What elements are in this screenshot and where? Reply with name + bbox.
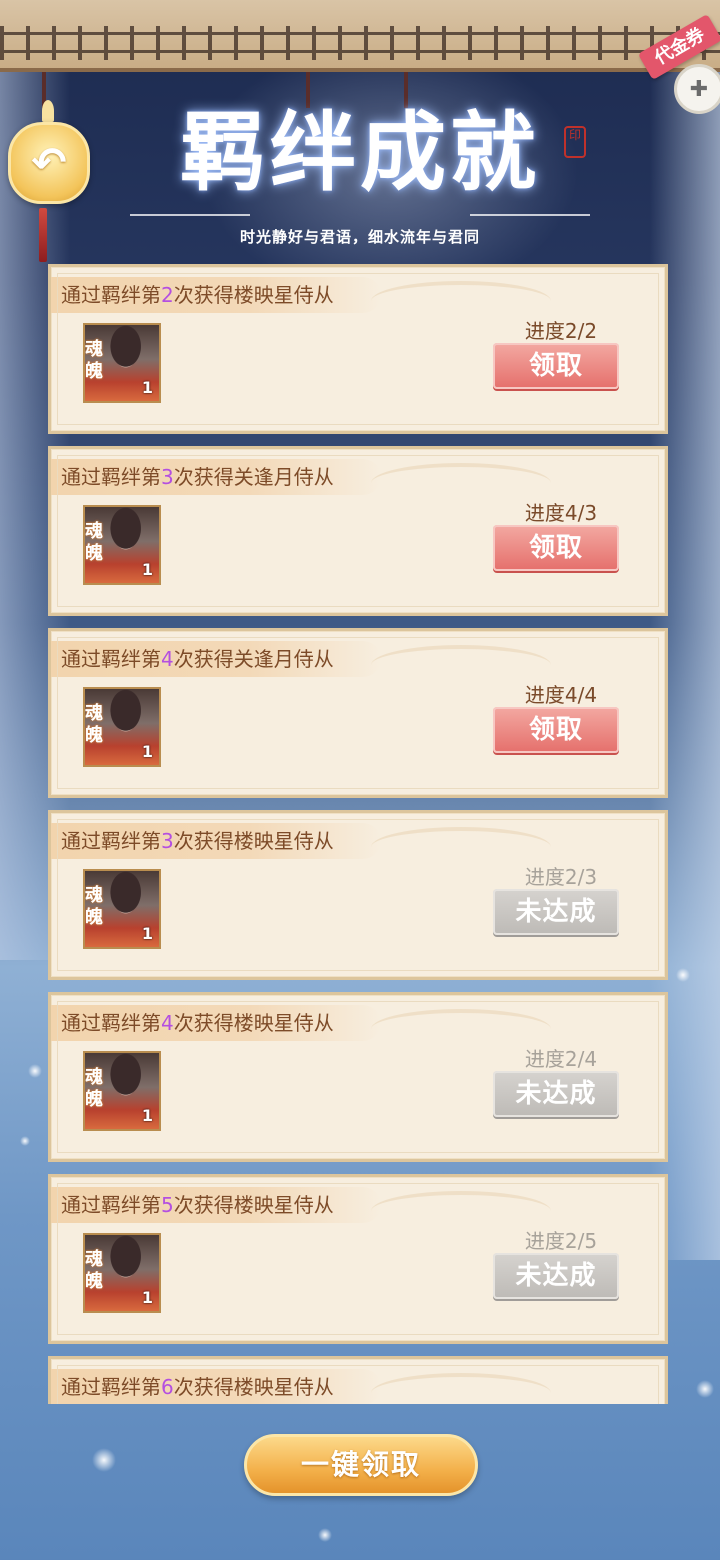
title-divider-left bbox=[130, 214, 250, 216]
soul-tag: 魂魄 bbox=[85, 1249, 103, 1292]
sparkle-decoration bbox=[92, 1448, 116, 1472]
not-achieved-button: 未达成 bbox=[493, 889, 619, 935]
achievement-title: 通过羁绊第3次获得关逢月侍从 bbox=[61, 459, 334, 495]
sparkle-decoration bbox=[676, 968, 690, 982]
title-prefix: 通过羁绊第 bbox=[61, 647, 161, 671]
title-suffix: 次获得楼映星侍从 bbox=[173, 829, 334, 853]
page-subtitle: 时光静好与君语，细水流年与君同 bbox=[239, 228, 480, 246]
sparkle-decoration bbox=[20, 1136, 30, 1146]
title-suffix: 次获得关逢月侍从 bbox=[173, 647, 334, 671]
reward-item-icon[interactable]: 魂魄 1 bbox=[83, 323, 161, 403]
progress-text: 进度2/4 bbox=[524, 1047, 598, 1071]
sparkle-decoration bbox=[318, 1528, 332, 1542]
page-title: 羁绊成就 bbox=[180, 102, 540, 203]
lattice-pattern bbox=[0, 26, 720, 60]
item-count: 1 bbox=[141, 1106, 153, 1125]
title-prefix: 通过羁绊第 bbox=[61, 465, 161, 489]
achievement-card: 通过羁绊第5次获得楼映星侍从魂魄 1 进度2/5 未达成 bbox=[48, 1174, 668, 1344]
achievement-card: 通过羁绊第6次获得楼映星侍从 bbox=[48, 1356, 668, 1404]
achievement-title: 通过羁绊第4次获得关逢月侍从 bbox=[61, 641, 334, 677]
achievement-title: 通过羁绊第6次获得楼映星侍从 bbox=[61, 1369, 334, 1404]
progress-text: 进度4/3 bbox=[524, 501, 598, 525]
lantern-tassel bbox=[39, 208, 47, 262]
achievement-card: 通过羁绊第4次获得关逢月侍从魂魄 1 进度4/4 领取 bbox=[48, 628, 668, 798]
item-count: 1 bbox=[141, 1288, 153, 1307]
gamepad-icon[interactable]: ✚ bbox=[674, 64, 720, 114]
not-achieved-button: 未达成 bbox=[493, 1253, 619, 1299]
title-suffix: 次获得楼映星侍从 bbox=[173, 1011, 334, 1035]
lantern-cap bbox=[42, 100, 54, 122]
progress-text: 进度2/2 bbox=[524, 319, 598, 343]
seal-stamp-icon: 印 bbox=[564, 126, 586, 158]
achievement-card: 通过羁绊第3次获得关逢月侍从魂魄 1 进度4/3 领取 bbox=[48, 446, 668, 616]
reward-item-icon[interactable]: 魂魄 1 bbox=[83, 869, 161, 949]
progress-text: 进度2/3 bbox=[524, 865, 598, 889]
claim-button[interactable]: 领取 bbox=[493, 525, 619, 571]
achievement-title: 通过羁绊第4次获得楼映星侍从 bbox=[61, 1005, 334, 1041]
sparkle-decoration bbox=[28, 1064, 42, 1078]
title-prefix: 通过羁绊第 bbox=[61, 1011, 161, 1035]
achievement-list[interactable]: 通过羁绊第2次获得楼映星侍从 魂魄 1 进度2/2 领取 通过羁绊第3次获得关逢月侍从 魂魄… bbox=[48, 264, 668, 1404]
title-suffix: 次获得楼映星侍从 bbox=[173, 283, 334, 307]
title-count: 4 bbox=[161, 647, 174, 671]
reward-item-icon[interactable]: 魂魄 1 bbox=[83, 687, 161, 767]
title-prefix: 通过羁绊第 bbox=[61, 283, 161, 307]
title-count: 6 bbox=[161, 1375, 174, 1399]
progress-text: 进度4/4 bbox=[524, 683, 598, 707]
title-prefix: 通过羁绊第 bbox=[61, 1193, 161, 1217]
reward-item-icon[interactable]: 魂魄 1 bbox=[83, 1051, 161, 1131]
claim-button[interactable]: 领取 bbox=[493, 707, 619, 753]
achievement-title: 通过羁绊第2次获得楼映星侍从 bbox=[61, 277, 334, 313]
title-divider-right bbox=[470, 214, 590, 216]
title-count: 2 bbox=[161, 283, 174, 307]
progress-text: 进度2/5 bbox=[524, 1229, 598, 1253]
achievement-card: 通过羁绊第3次获得楼映星侍从魂魄 1 进度2/3 未达成 bbox=[48, 810, 668, 980]
soul-tag: 魂魄 bbox=[85, 339, 103, 382]
back-button[interactable]: ↶ bbox=[8, 122, 90, 204]
sparkle-decoration bbox=[696, 1380, 714, 1398]
reward-item-icon[interactable]: 魂魄 1 bbox=[83, 505, 161, 585]
soul-tag: 魂魄 bbox=[85, 703, 103, 746]
item-count: 1 bbox=[141, 378, 153, 397]
soul-tag: 魂魄 bbox=[85, 1067, 103, 1110]
window-lattice-header bbox=[0, 0, 720, 72]
not-achieved-button: 未达成 bbox=[493, 1071, 619, 1117]
title-count: 3 bbox=[161, 465, 174, 489]
title-count: 3 bbox=[161, 829, 174, 853]
achievement-title: 通过羁绊第3次获得楼映星侍从 bbox=[61, 823, 334, 859]
item-count: 1 bbox=[141, 560, 153, 579]
soul-tag: 魂魄 bbox=[85, 885, 103, 928]
title-count: 4 bbox=[161, 1011, 174, 1035]
reward-item-icon[interactable]: 魂魄 1 bbox=[83, 1233, 161, 1313]
achievement-card: 通过羁绊第4次获得楼映星侍从魂魄 1 进度2/4 未达成 bbox=[48, 992, 668, 1162]
title-prefix: 通过羁绊第 bbox=[61, 1375, 161, 1399]
title-suffix: 次获得楼映星侍从 bbox=[173, 1375, 334, 1399]
title-count: 5 bbox=[161, 1193, 174, 1217]
item-count: 1 bbox=[141, 924, 153, 943]
back-arrow-icon: ↶ bbox=[31, 138, 67, 187]
title-suffix: 次获得关逢月侍从 bbox=[173, 465, 334, 489]
cloud-swirl-decoration bbox=[371, 1373, 551, 1404]
achievement-card: 通过羁绊第2次获得楼映星侍从魂魄 1 进度2/2 领取 bbox=[48, 264, 668, 434]
title-suffix: 次获得楼映星侍从 bbox=[173, 1193, 334, 1217]
achievement-title: 通过羁绊第5次获得楼映星侍从 bbox=[61, 1187, 334, 1223]
claim-button[interactable]: 领取 bbox=[493, 343, 619, 389]
voucher-widget[interactable]: 代金券 ✚ bbox=[637, 10, 720, 120]
title-prefix: 通过羁绊第 bbox=[61, 829, 161, 853]
item-count: 1 bbox=[141, 742, 153, 761]
claim-all-button[interactable]: 一键领取 bbox=[244, 1434, 478, 1496]
soul-tag: 魂魄 bbox=[85, 521, 103, 564]
